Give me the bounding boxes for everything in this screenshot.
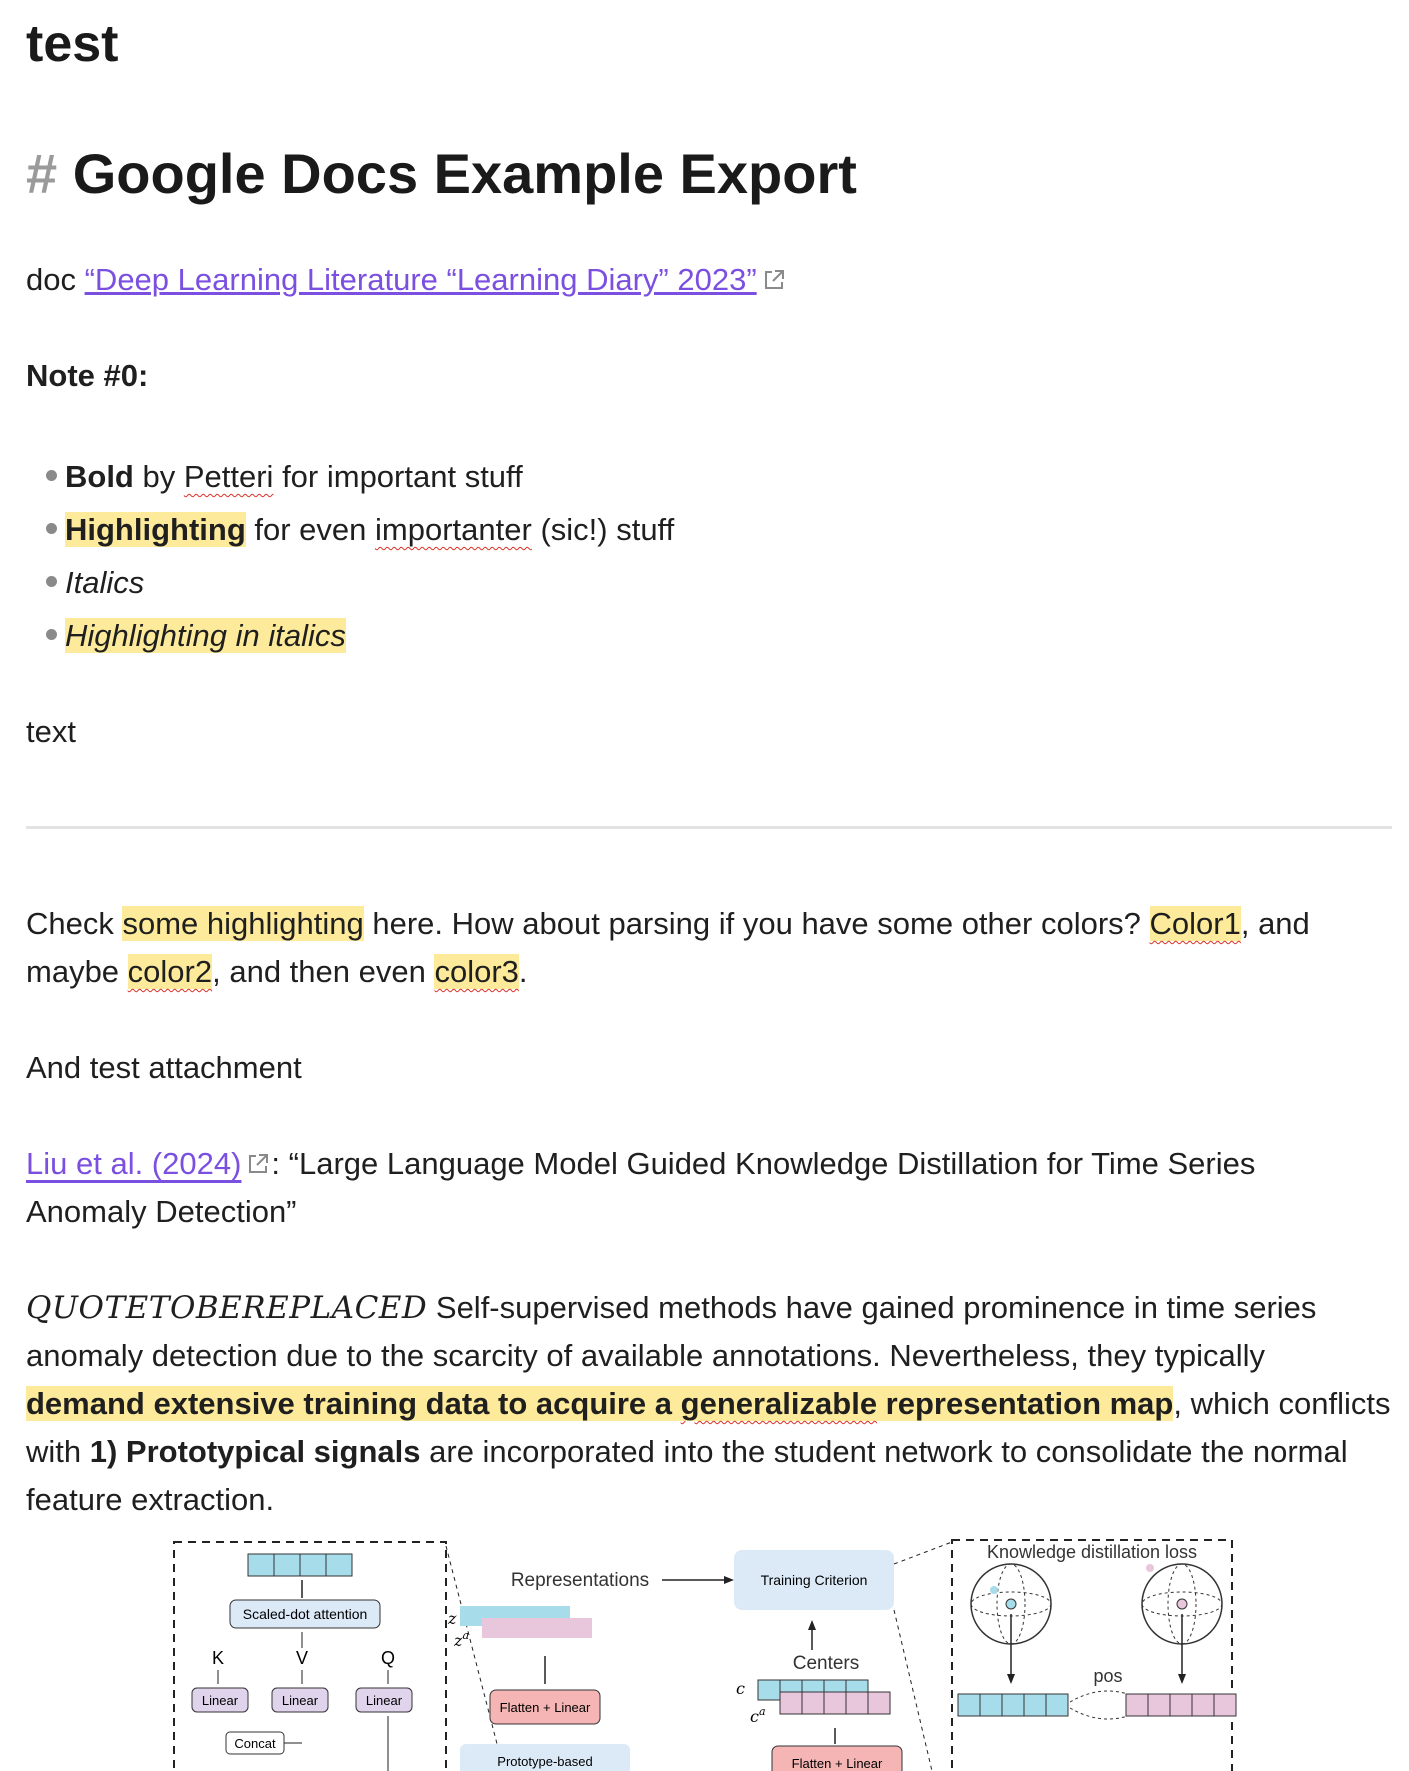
doc-link-line: doc “Deep Learning Literature “Learning …: [26, 256, 787, 304]
paragraph-line: anomaly detection due to the scarcity of…: [26, 1338, 1265, 1373]
highlighted-italic-text: Highlighting in italics: [65, 618, 346, 653]
highlighted-text: some highlighting: [122, 906, 364, 941]
list-item: Highlighting for even importanter (sic!)…: [46, 503, 674, 556]
za-label: za: [453, 1629, 469, 1650]
centers-label: Centers: [793, 1653, 860, 1674]
list-text: (sic!) stuff: [531, 512, 675, 547]
representations-label: Representations: [511, 1570, 649, 1591]
linear-v-label: Linear: [282, 1693, 319, 1708]
bold-text: Bold: [65, 459, 134, 494]
citation-link[interactable]: Liu et al. (2024): [26, 1146, 241, 1181]
linear-k-label: Linear: [202, 1693, 239, 1708]
paragraph-text: Self-supervised methods have gained prom…: [427, 1290, 1317, 1325]
bold-text: 1) Prototypical signals: [89, 1434, 421, 1469]
kd-loss-label: Knowledge distillation loss: [987, 1542, 1197, 1562]
concat-label: Concat: [234, 1736, 276, 1751]
list-text: by: [133, 459, 184, 494]
pos-label: pos: [1093, 1666, 1122, 1686]
q-label: Q: [381, 1648, 395, 1668]
highlighted-color3[interactable]: color3: [434, 954, 519, 989]
misspelled-word[interactable]: importanter: [375, 512, 532, 547]
citation-paragraph: Liu et al. (2024) : “Large Language Model…: [26, 1140, 1396, 1236]
heading-hash: #: [26, 142, 58, 205]
student-cells: [957, 1693, 1069, 1717]
external-link-icon[interactable]: [761, 259, 787, 289]
flatten-linear-label-2: Flatten + Linear: [792, 1756, 883, 1771]
citation-title: Anomaly Detection”: [26, 1194, 297, 1229]
paragraph-line: QUOTETOBEREPLACED Self-supervised method…: [26, 1284, 1396, 1332]
abstract-paragraph: QUOTETOBEREPLACED Self-supervised method…: [26, 1284, 1396, 1524]
list-text: for important stuff: [273, 459, 523, 494]
horizontal-divider: [26, 826, 1392, 829]
doc-link[interactable]: “Deep Learning Literature “Learning Diar…: [85, 262, 757, 297]
paragraph-text: , and then even: [212, 954, 435, 989]
paragraph-line: feature extraction.: [26, 1482, 275, 1517]
doc-prefix: doc: [26, 262, 85, 297]
document-page: test # Google Docs Example Export doc “D…: [0, 0, 1409, 1771]
paragraph-line: with 1) Prototypical signals are incorpo…: [26, 1428, 1396, 1476]
text-line: text: [26, 714, 76, 749]
list-item: Bold by Petteri for important stuff: [46, 450, 674, 503]
linear-q-label: Linear: [366, 1693, 403, 1708]
paragraph-text: are incorporated into the student networ…: [420, 1434, 1348, 1469]
za-cells: [482, 1618, 592, 1638]
bullet-dot-icon: [46, 523, 57, 535]
document-heading: # Google Docs Example Export: [26, 136, 857, 212]
highlighted-bold-text: Highlighting: [65, 512, 246, 547]
list-text: for even: [245, 512, 376, 547]
bullet-dot-icon: [46, 576, 57, 588]
z-label: z: [447, 1609, 457, 1628]
note-heading: Note #0:: [26, 358, 149, 393]
k-label: K: [212, 1648, 224, 1668]
page-title: test: [26, 15, 119, 73]
highlighted-bold-text: representation map: [877, 1386, 1174, 1421]
flatten-linear-label: Flatten + Linear: [500, 1700, 591, 1715]
colors-paragraph: Check some highlighting here. How about …: [26, 900, 1396, 996]
bullet-dot-icon: [46, 470, 57, 482]
quote-placeholder: QUOTETOBEREPLACED: [26, 1290, 428, 1326]
external-link-icon[interactable]: [245, 1143, 271, 1173]
italic-text: Italics: [65, 565, 145, 600]
highlighted-bold-text: demand extensive training data to acquir…: [26, 1386, 681, 1421]
paragraph-text: with: [26, 1434, 90, 1469]
list-item: Highlighting in italics: [46, 609, 674, 662]
paragraph-line: Check some highlighting here. How about …: [26, 900, 1396, 948]
v-label: V: [296, 1648, 308, 1668]
bullet-dot-icon: [46, 629, 57, 641]
training-criterion-label: Training Criterion: [761, 1572, 868, 1588]
citation-title: : “Large Language Model Guided Knowledge…: [271, 1146, 1256, 1181]
misspelled-word[interactable]: Petteri: [184, 459, 274, 494]
teacher-cells: [1125, 1693, 1237, 1717]
attachment-line: And test attachment: [26, 1050, 302, 1085]
list-item: Italics: [46, 556, 674, 609]
c-label: c: [736, 1679, 745, 1698]
paragraph-line: maybe color2, and then even color3.: [26, 948, 1396, 996]
highlighted-color1[interactable]: Color1: [1149, 906, 1241, 941]
paragraph-text: .: [518, 954, 528, 989]
paragraph-text: , which conflicts: [1173, 1386, 1391, 1421]
attention-output-cells: [247, 1553, 353, 1577]
paragraph-line: Liu et al. (2024) : “Large Language Model…: [26, 1140, 1396, 1188]
note-list: Bold by Petteri for important stuff High…: [46, 450, 674, 662]
ca-cells: [779, 1691, 891, 1715]
highlighted-color2[interactable]: color2: [127, 954, 213, 989]
prototype-label: Prototype-based: [497, 1754, 592, 1769]
paragraph-text: here. How about parsing if you have some…: [363, 906, 1150, 941]
paragraph-text: , and: [1240, 906, 1310, 941]
paragraph-text: Check: [26, 906, 123, 941]
scaled-dot-label: Scaled-dot attention: [243, 1606, 368, 1622]
misspelled-word[interactable]: generalizable: [680, 1386, 878, 1421]
ca-label: ca: [750, 1705, 766, 1726]
paper-figure: Scaled-dot attention K V Q Linear Linear…: [160, 1532, 1260, 1771]
paragraph-line: demand extensive training data to acquir…: [26, 1380, 1396, 1428]
paragraph-text: maybe: [26, 954, 128, 989]
heading-text: Google Docs Example Export: [72, 142, 857, 205]
distillation-frame: [951, 1539, 1233, 1771]
